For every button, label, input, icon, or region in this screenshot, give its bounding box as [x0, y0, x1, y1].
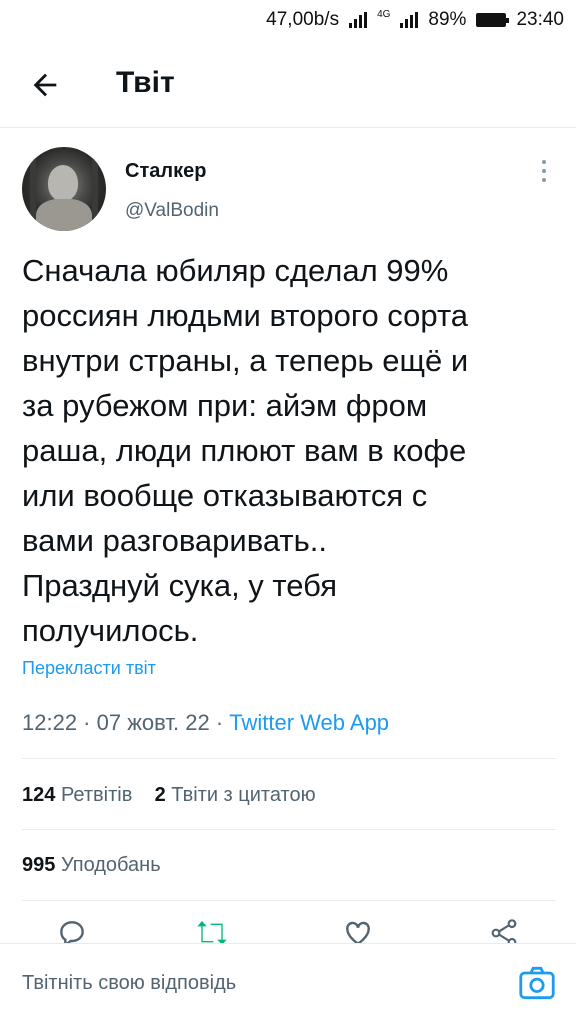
network-speed: 47,00b/s: [266, 9, 340, 30]
clock: 23:40: [516, 9, 564, 30]
divider: [22, 758, 556, 759]
divider: [22, 829, 556, 830]
reply-input[interactable]: Твітніть свою відповідь: [22, 972, 236, 995]
likes-label: Уподобань: [60, 854, 161, 876]
retweet-stats[interactable]: 124 Ретвітів 2 Твіти з цитатою: [22, 784, 316, 807]
tweet-time: 12:22: [22, 710, 78, 735]
avatar[interactable]: [22, 147, 106, 231]
arrow-left-icon[interactable]: [28, 68, 62, 102]
share-icon[interactable]: [488, 917, 520, 943]
reply-composer: Твітніть свою відповідь: [0, 943, 576, 1024]
signal-icon-2: [400, 12, 419, 28]
status-bar: 47,00b/s 4G 89% 23:40: [0, 0, 576, 40]
battery-icon: [476, 13, 510, 27]
author-handle[interactable]: @ValBodin: [125, 200, 219, 222]
camera-icon[interactable]: [518, 966, 556, 1000]
like-icon[interactable]: [342, 917, 374, 943]
page-title: Твіт: [116, 66, 175, 99]
network-type: 4G: [377, 9, 391, 20]
more-options-icon[interactable]: [536, 160, 552, 186]
reply-icon[interactable]: [56, 917, 88, 943]
likes-count: 995: [22, 854, 56, 876]
signal-icon: [349, 12, 368, 28]
likes-stats[interactable]: 995 Уподобань: [22, 854, 161, 877]
quotes-label: Твіти з цитатою: [171, 784, 316, 806]
tweet-meta: 12:22 · 07 жовт. 22 · Twitter Web App: [22, 710, 390, 735]
retweets-count: 124: [22, 784, 56, 806]
tweet-text: Сначала юбиляр сделал 99% россиян людьми…: [22, 253, 469, 648]
battery-percent: 89%: [428, 9, 467, 30]
tweet-source-link[interactable]: Twitter Web App: [229, 710, 389, 735]
retweets-label: Ретвітів: [60, 784, 133, 806]
tweet-actions: [0, 905, 576, 943]
translate-tweet-link[interactable]: Перекласти твіт: [22, 658, 156, 679]
retweet-icon[interactable]: [196, 917, 228, 943]
tweet-date: 07 жовт. 22: [96, 710, 210, 735]
author-name[interactable]: Сталкер: [125, 160, 206, 183]
quotes-count: 2: [154, 784, 166, 806]
top-app-bar: Твіт: [0, 40, 576, 128]
divider: [22, 900, 556, 901]
